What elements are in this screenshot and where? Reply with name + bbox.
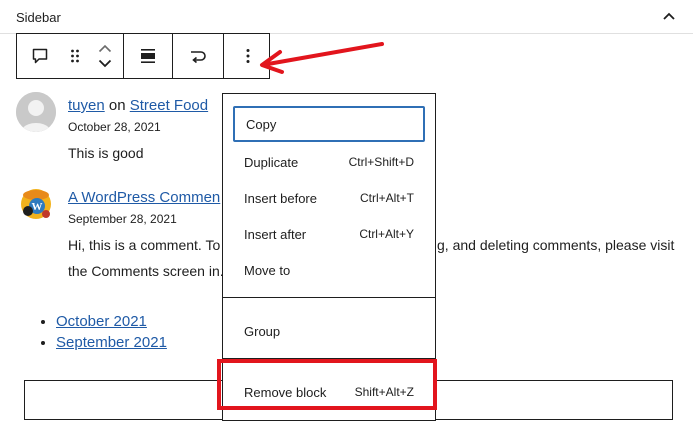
comment-post-link[interactable]: Street Food bbox=[130, 97, 208, 114]
move-up-icon[interactable] bbox=[98, 44, 112, 53]
annotation-arrow-icon bbox=[260, 42, 384, 74]
comment-block-icon bbox=[31, 47, 49, 65]
list-item: September 2021 bbox=[56, 332, 167, 353]
menu-item-group[interactable]: Group bbox=[233, 313, 425, 349]
menu-item-label: Copy bbox=[246, 116, 277, 132]
toolbar-group-align bbox=[124, 34, 173, 78]
menu-item-move-to[interactable]: Move to bbox=[233, 252, 425, 288]
comment-meta: tuyen on Street Food bbox=[68, 97, 208, 114]
transform-icon bbox=[188, 47, 208, 65]
comment-date: October 28, 2021 bbox=[68, 120, 161, 134]
menu-item-shortcut: Ctrl+Shift+D bbox=[348, 155, 414, 169]
svg-text:W: W bbox=[32, 201, 43, 213]
drag-handle-icon bbox=[70, 48, 80, 64]
menu-item-copy[interactable]: Copy bbox=[233, 106, 425, 142]
comment-text-fragment: g, and deleting comments, please visit bbox=[437, 237, 675, 253]
menu-item-shortcut: Ctrl+Alt+T bbox=[359, 191, 414, 205]
menu-item-insert-after[interactable]: Insert after Ctrl+Alt+Y bbox=[233, 216, 425, 252]
move-down-icon[interactable] bbox=[98, 59, 112, 68]
list-item: October 2021 bbox=[56, 311, 167, 332]
comment-meta: A WordPress Commen bbox=[68, 189, 222, 207]
menu-item-shortcut: Ctrl+Alt+Y bbox=[359, 227, 414, 241]
block-type-button[interactable] bbox=[17, 34, 63, 78]
move-buttons bbox=[87, 34, 123, 78]
align-icon bbox=[139, 48, 157, 64]
comment-text: This is good bbox=[68, 145, 144, 161]
comment-text-fragment: Hi, this is a comment. To bbox=[68, 237, 221, 253]
toolbar-group-block bbox=[17, 34, 124, 78]
archive-link[interactable]: September 2021 bbox=[56, 334, 167, 351]
comment-date: September 28, 2021 bbox=[68, 212, 177, 226]
comment-author-link[interactable]: A WordPress Commen bbox=[68, 189, 220, 206]
menu-item-insert-before[interactable]: Insert before Ctrl+Alt+T bbox=[233, 180, 425, 216]
drag-handle[interactable] bbox=[63, 34, 87, 78]
menu-item-label: Insert after bbox=[244, 226, 307, 242]
menu-item-label: Duplicate bbox=[244, 154, 299, 170]
menu-divider bbox=[223, 297, 435, 298]
menu-item-label: Insert before bbox=[244, 190, 317, 206]
transform-button[interactable] bbox=[173, 34, 223, 78]
align-button[interactable] bbox=[124, 34, 172, 78]
archive-link[interactable]: October 2021 bbox=[56, 313, 147, 330]
menu-item-label: Group bbox=[244, 323, 281, 339]
block-toolbar bbox=[16, 33, 270, 79]
wordpress-avatar-icon: W bbox=[16, 184, 56, 224]
annotation-highlight-box bbox=[217, 359, 437, 410]
menu-item-label: Move to bbox=[244, 262, 291, 278]
comment-text-line: the Comments screen in. bbox=[68, 263, 224, 279]
toolbar-group-transform bbox=[173, 34, 224, 78]
default-avatar-icon bbox=[16, 92, 56, 132]
sidebar-title: Sidebar bbox=[16, 10, 61, 25]
comment-connector: on bbox=[108, 97, 126, 114]
menu-item-duplicate[interactable]: Duplicate Ctrl+Shift+D bbox=[233, 144, 425, 180]
archives-list: October 2021 September 2021 bbox=[32, 311, 167, 353]
comment-author-link[interactable]: tuyen bbox=[68, 97, 105, 114]
chevron-up-icon[interactable] bbox=[661, 8, 677, 24]
